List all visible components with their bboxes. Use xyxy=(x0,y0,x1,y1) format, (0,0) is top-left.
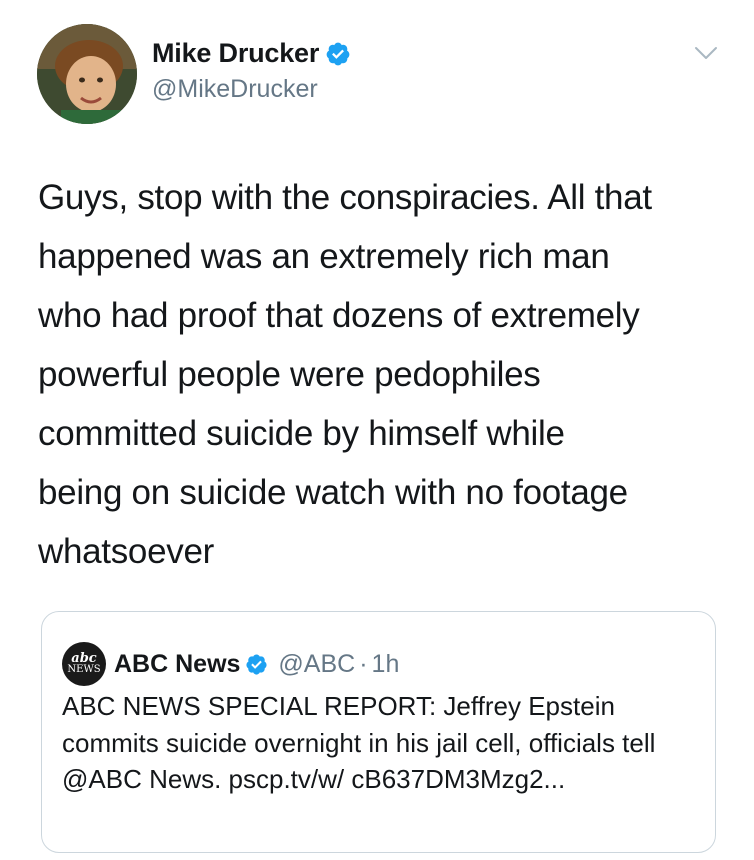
verified-badge-icon xyxy=(326,42,350,65)
quoted-handle: @ABC xyxy=(278,649,356,678)
quoted-timestamp: 1h xyxy=(371,649,400,678)
tweet-text: Guys, stop with the conspiracies. All th… xyxy=(38,178,652,571)
author-name-row[interactable]: Mike Drucker xyxy=(152,38,351,69)
quoted-separator: · xyxy=(359,649,368,678)
quoted-tweet[interactable]: abc NEWS ABC News @ABC · 1h ABC NEWS SPE… xyxy=(41,611,716,853)
verified-badge-icon xyxy=(246,653,267,675)
abc-logo-sub: NEWS xyxy=(67,664,101,675)
tweet-card: Mike Drucker @MikeDrucker Guys, stop wit… xyxy=(0,0,754,860)
quoted-tweet-text: ABC NEWS SPECIAL REPORT: Jeffrey Epstein… xyxy=(62,691,656,794)
avatar-photo xyxy=(37,24,137,124)
quoted-display-name: ABC News xyxy=(114,649,241,678)
avatar[interactable] xyxy=(37,24,137,124)
author-display-name[interactable]: Mike Drucker xyxy=(152,38,319,69)
abc-logo-mark: abc xyxy=(71,651,97,666)
author-handle[interactable]: @MikeDrucker xyxy=(152,75,318,104)
quoted-tweet-header: abc NEWS ABC News @ABC · 1h xyxy=(62,642,399,686)
chevron-down-icon[interactable] xyxy=(693,44,719,64)
abc-news-logo: abc NEWS xyxy=(62,642,106,686)
